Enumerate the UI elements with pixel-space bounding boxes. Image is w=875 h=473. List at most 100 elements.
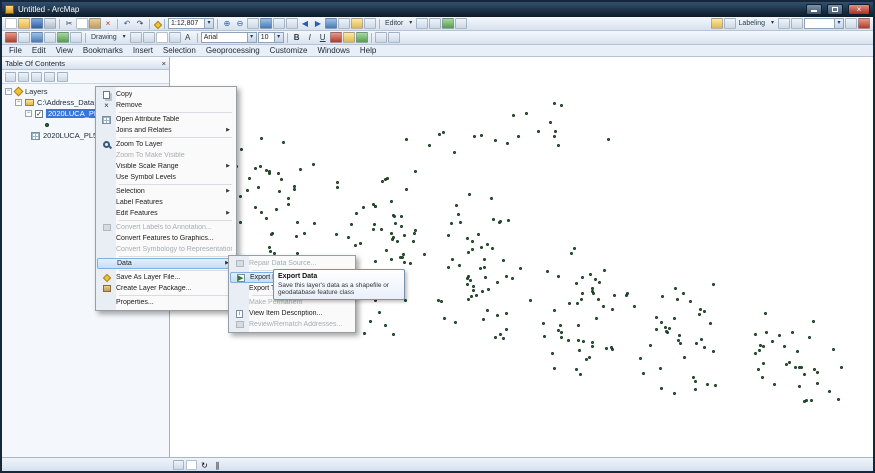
- editor-dropdown-arrow-icon[interactable]: [406, 19, 415, 28]
- menu-customize[interactable]: Customize: [265, 46, 313, 55]
- toolbox-icon[interactable]: [5, 32, 17, 43]
- fixed-zoom-in-icon[interactable]: [273, 18, 285, 29]
- toc-options-icon[interactable]: [57, 72, 68, 82]
- back-extent-icon[interactable]: ◀: [299, 18, 311, 29]
- labeling-toolbar-label[interactable]: Labeling: [737, 20, 767, 27]
- list-by-visibility-icon[interactable]: [31, 72, 42, 82]
- circle-tool-icon[interactable]: [169, 32, 181, 43]
- menu-item-edit-features[interactable]: Edit Features: [97, 208, 235, 219]
- snapping-icon[interactable]: [375, 32, 387, 43]
- data-view-button[interactable]: [173, 460, 184, 470]
- modelbuilder-icon[interactable]: [57, 32, 69, 43]
- panel-close-icon[interactable]: ×: [162, 59, 166, 68]
- open-folder-icon[interactable]: [18, 18, 30, 29]
- menu-windows[interactable]: Windows: [312, 46, 354, 55]
- menu-selection[interactable]: Selection: [158, 46, 201, 55]
- labeling-dropdown-arrow-icon[interactable]: [768, 19, 777, 28]
- layers-label[interactable]: Layers: [25, 87, 48, 96]
- redo-icon[interactable]: ↷: [134, 18, 146, 29]
- paste-icon[interactable]: [89, 18, 101, 29]
- zoom-out-icon[interactable]: ⊖: [234, 18, 246, 29]
- drawing-dropdown-arrow-icon[interactable]: [120, 33, 129, 42]
- rotate-element-icon[interactable]: [143, 32, 155, 43]
- menu-item-data[interactable]: Data: [97, 258, 235, 269]
- layout-view-button[interactable]: [186, 460, 197, 470]
- select-elements-icon[interactable]: [130, 32, 142, 43]
- full-extent-icon[interactable]: [260, 18, 272, 29]
- text-tool-icon[interactable]: A: [182, 32, 194, 43]
- maximize-button[interactable]: [827, 4, 843, 15]
- menu-edit[interactable]: Edit: [27, 46, 51, 55]
- rectangle-tool-icon[interactable]: [156, 32, 168, 43]
- dropdown-arrow-icon[interactable]: [204, 19, 213, 28]
- attributes-icon[interactable]: [455, 18, 467, 29]
- lock-labels-icon[interactable]: [791, 18, 803, 29]
- label-errors-icon[interactable]: [858, 18, 870, 29]
- list-by-selection-icon[interactable]: [44, 72, 55, 82]
- menu-item-selection[interactable]: Selection: [97, 186, 235, 197]
- menu-item-joins-and-relates[interactable]: Joins and Relates: [97, 125, 235, 136]
- font-size-combo[interactable]: 10: [258, 32, 284, 43]
- dropdown-arrow-icon[interactable]: [834, 19, 843, 28]
- expander-icon[interactable]: −: [15, 99, 22, 106]
- menu-item-label-features[interactable]: Label Features: [97, 197, 235, 208]
- menu-item-copy[interactable]: Copy: [97, 89, 235, 100]
- search-window-icon[interactable]: [31, 32, 43, 43]
- drawing-toolbar-label[interactable]: Drawing: [89, 34, 119, 41]
- menu-view[interactable]: View: [51, 46, 78, 55]
- fill-color-button[interactable]: [343, 32, 355, 43]
- expander-icon[interactable]: −: [25, 110, 32, 117]
- layer-visibility-checkbox[interactable]: ✓: [35, 110, 43, 118]
- measure-icon[interactable]: [364, 18, 376, 29]
- expander-icon[interactable]: −: [5, 88, 12, 95]
- menu-item-use-symbol-levels[interactable]: Use Symbol Levels: [97, 172, 235, 183]
- print-icon[interactable]: [44, 18, 56, 29]
- editor-toolbar-label[interactable]: Editor: [383, 20, 405, 27]
- menu-item-visible-scale-range[interactable]: Visible Scale Range: [97, 161, 235, 172]
- edit-annotation-icon[interactable]: [429, 18, 441, 29]
- python-window-icon[interactable]: [44, 32, 56, 43]
- list-by-source-icon[interactable]: [18, 72, 29, 82]
- label-engine-combo[interactable]: [804, 18, 844, 29]
- label-weight-icon[interactable]: [778, 18, 790, 29]
- minimize-button[interactable]: [806, 4, 822, 15]
- font-combo[interactable]: Arial: [201, 32, 257, 43]
- refresh-view-button[interactable]: ↻: [199, 460, 210, 470]
- add-data-icon[interactable]: [153, 20, 161, 28]
- find-icon[interactable]: [351, 18, 363, 29]
- submenu-item-view-item-description[interactable]: i View Item Description...: [230, 308, 354, 319]
- new-document-icon[interactable]: [5, 18, 17, 29]
- label-manager-icon[interactable]: [711, 18, 723, 29]
- create-features-icon[interactable]: [442, 18, 454, 29]
- group-layer-label[interactable]: C:\Address_Data: [37, 98, 94, 107]
- label-view-icon[interactable]: [845, 18, 857, 29]
- scale-combo[interactable]: 1:12,807: [168, 18, 214, 29]
- dropdown-arrow-icon[interactable]: [274, 33, 283, 42]
- identify-icon[interactable]: [338, 18, 350, 29]
- pause-drawing-button[interactable]: ∥: [212, 460, 223, 470]
- point-symbol-icon[interactable]: [45, 123, 49, 127]
- font-color-button[interactable]: [330, 32, 342, 43]
- menu-file[interactable]: File: [4, 46, 27, 55]
- edit-tool-icon[interactable]: [416, 18, 428, 29]
- delete-icon[interactable]: ×: [102, 18, 114, 29]
- forward-extent-icon[interactable]: ▶: [312, 18, 324, 29]
- menu-bookmarks[interactable]: Bookmarks: [78, 46, 128, 55]
- menu-item-remove[interactable]: × Remove: [97, 100, 235, 111]
- cut-icon[interactable]: ✂: [63, 18, 75, 29]
- menu-item-open-attribute-table[interactable]: Open Attribute Table: [97, 114, 235, 125]
- catalog-window-icon[interactable]: [18, 32, 30, 43]
- underline-button[interactable]: U: [317, 32, 329, 43]
- menu-insert[interactable]: Insert: [128, 46, 158, 55]
- toc-window-icon[interactable]: [70, 32, 82, 43]
- line-color-button[interactable]: [356, 32, 368, 43]
- list-by-drawing-order-icon[interactable]: [5, 72, 16, 82]
- menu-item-properties[interactable]: Properties...: [97, 297, 235, 308]
- fixed-zoom-out-icon[interactable]: [286, 18, 298, 29]
- italic-button[interactable]: I: [304, 32, 316, 43]
- sketch-properties-icon[interactable]: [388, 32, 400, 43]
- select-features-icon[interactable]: [325, 18, 337, 29]
- close-button[interactable]: ×: [848, 4, 870, 15]
- copy-icon[interactable]: [76, 18, 88, 29]
- dropdown-arrow-icon[interactable]: [247, 33, 256, 42]
